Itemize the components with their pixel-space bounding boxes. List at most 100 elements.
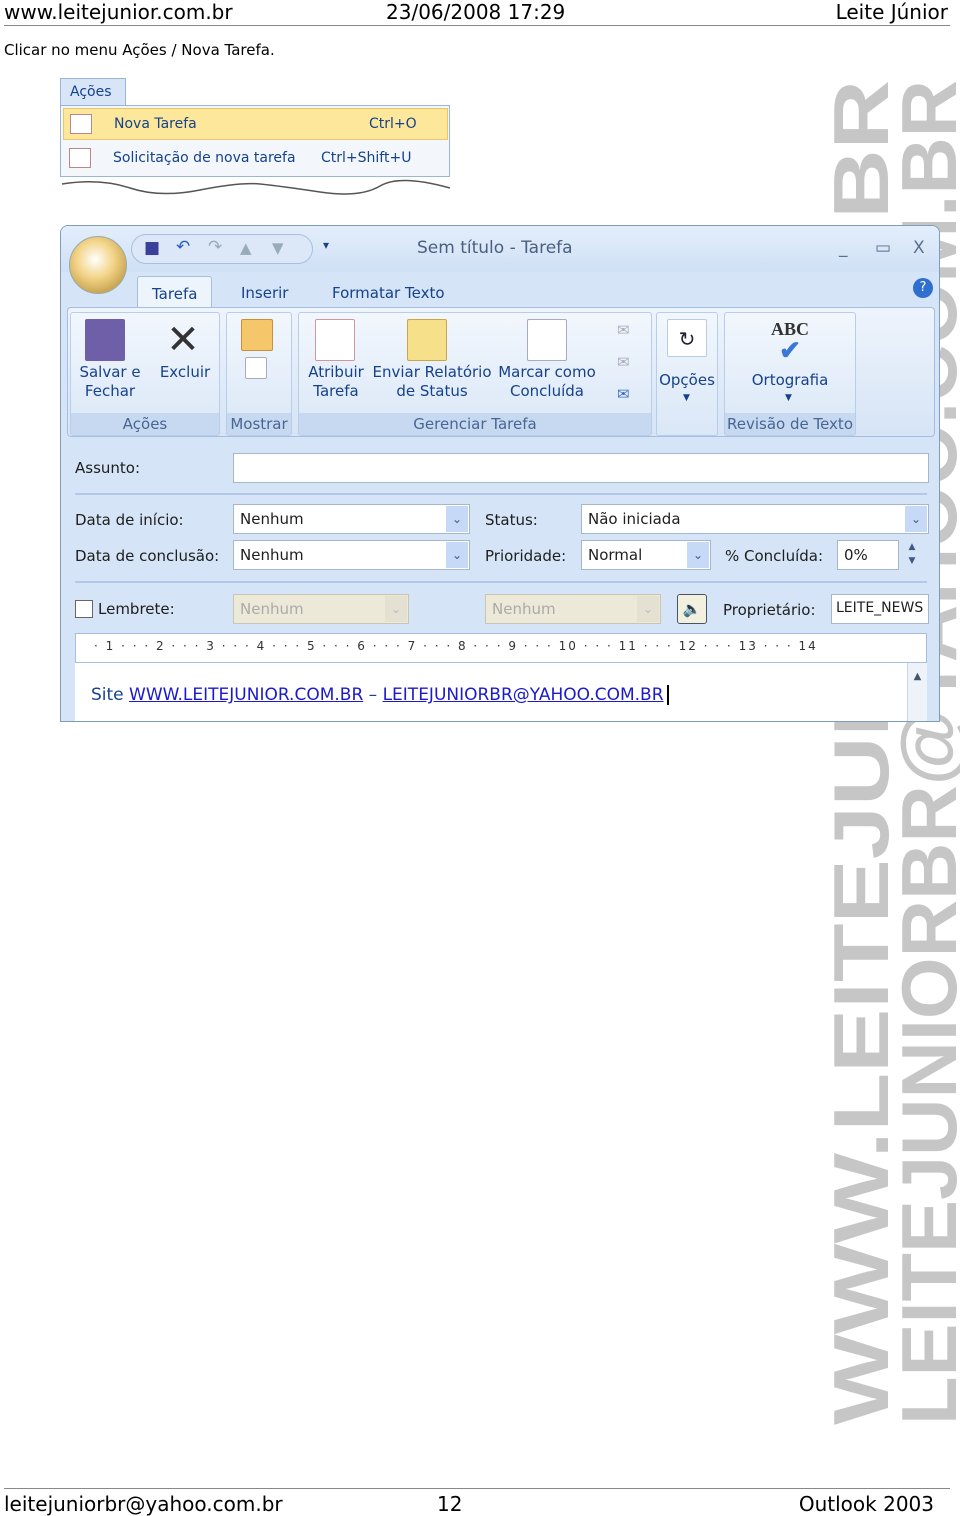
group-label: Gerenciar Tarefa [299, 413, 651, 435]
assign-task-button[interactable]: Atribuir Tarefa [303, 363, 369, 401]
status-label: Status: [485, 511, 538, 529]
minimize-button[interactable]: _ [839, 238, 848, 258]
body-text: Site [91, 685, 130, 705]
delete-button[interactable]: Excluir [155, 363, 215, 382]
header-site: www.leitejunior.com.br [4, 0, 233, 24]
chevron-down-icon: ⌄ [905, 506, 927, 532]
torn-edge [61, 179, 451, 195]
customize-qat-icon[interactable]: ▾ [323, 238, 329, 252]
spelling-button[interactable]: Ortografia [725, 371, 855, 390]
tab-inserir[interactable]: Inserir [227, 276, 302, 310]
percent-input[interactable]: 0% [837, 540, 899, 570]
options-label: Opções [659, 371, 715, 389]
reminder-date-select[interactable]: Nenhum ⌄ [233, 594, 409, 624]
chevron-down-icon: ⌄ [446, 506, 468, 532]
menu-item-solicitacao[interactable]: Solicitação de nova tarefa Ctrl+Shift+U [63, 142, 448, 174]
chevron-down-icon: ⌄ [687, 542, 709, 568]
group-label: Mostrar [227, 413, 291, 435]
delete-icon: ✕ [166, 317, 200, 363]
subject-label: Assunto: [75, 459, 141, 477]
priority-select[interactable]: Normal ⌄ [581, 540, 711, 570]
chevron-down-icon: ⌄ [637, 596, 659, 622]
scroll-up-icon: ▲ [913, 671, 922, 682]
group-mostrar: Mostrar [226, 312, 292, 436]
task-window: ■ ↶ ↷ ▲ ▼ ▾ Sem título - Tarefa _ ▭ X Ta… [60, 225, 940, 722]
header-author: Leite Júnior [835, 0, 948, 24]
details-view-icon[interactable] [245, 357, 267, 379]
menu-item-nova-tarefa[interactable]: Nova Tarefa Ctrl+O [63, 108, 448, 140]
spelling-icon: ABC ✔ [770, 319, 809, 365]
due-date-label: Data de conclusão: [75, 547, 220, 565]
status-report-button[interactable]: Enviar Relatório de Status [371, 363, 493, 401]
redo-icon[interactable]: ↷ [208, 237, 222, 257]
task-request-icon [69, 148, 91, 168]
undo-icon[interactable]: ↶ [176, 237, 190, 257]
chevron-down-icon: ⌄ [385, 596, 407, 622]
due-date-select[interactable]: Nenhum ⌄ [233, 540, 470, 570]
vertical-scrollbar[interactable]: ▲ [907, 663, 927, 721]
priority-label: Prioridade: [485, 547, 567, 565]
subject-input[interactable] [233, 453, 929, 483]
owner-field: LEITE_NEWS [831, 594, 929, 624]
options-button[interactable]: ↻ Opções ▼ [656, 312, 718, 436]
menu-item-shortcut: Ctrl+O [369, 116, 417, 132]
reminder-checkbox[interactable] [75, 600, 93, 618]
body-text: – [363, 685, 383, 705]
email-link[interactable]: LEITEJUNIORBR@YAHOO.COM.BR [383, 685, 664, 705]
help-icon[interactable]: ? [913, 278, 933, 298]
sound-button[interactable]: 🔈 [677, 594, 707, 624]
office-button[interactable] [69, 236, 127, 294]
dropdown-arrow-icon: ▼ [785, 393, 792, 403]
save-icon[interactable]: ■ [144, 238, 160, 258]
footer-email: leitejuniorbr@yahoo.com.br [4, 1492, 283, 1516]
task-view-icon[interactable] [241, 319, 273, 351]
page-header: www.leitejunior.com.br 23/06/2008 17:29 … [4, 0, 950, 26]
mark-complete-button[interactable]: Marcar como Concluída [495, 363, 599, 401]
percent-stepper[interactable]: ▲ ▼ [903, 540, 921, 570]
reply-icon[interactable]: ✉ [617, 321, 630, 339]
task-body-editor[interactable]: Site WWW.LEITEJUNIOR.COM.BR – LEITEJUNIO… [75, 663, 909, 721]
down-icon[interactable]: ▼ [272, 239, 284, 257]
tab-formatar-texto[interactable]: Formatar Texto [318, 276, 459, 310]
quick-access-toolbar: ■ ↶ ↷ ▲ ▼ [131, 234, 313, 264]
tab-tarefa[interactable]: Tarefa [137, 276, 213, 310]
save-close-icon [85, 319, 125, 361]
group-label: Revisão de Texto [725, 413, 855, 435]
instruction-text: Clicar no menu Ações / Nova Tarefa. [4, 41, 275, 59]
forward-icon[interactable]: ✉ [617, 385, 630, 403]
menu-item-label: Nova Tarefa [114, 116, 197, 132]
options-icon: ↻ [667, 319, 707, 357]
up-icon[interactable]: ▲ [240, 239, 252, 257]
mark-complete-icon [527, 319, 567, 361]
assign-task-icon [315, 319, 355, 361]
group-acoes: Salvar e Fechar ✕ Excluir Ações [70, 312, 220, 436]
site-link[interactable]: WWW.LEITEJUNIOR.COM.BR [129, 685, 363, 705]
ruler[interactable]: · 1 · · · 2 · · · 3 · · · 4 · · · 5 · · … [75, 633, 927, 663]
close-button[interactable]: X [913, 238, 925, 258]
owner-label: Proprietário: [723, 601, 816, 619]
menu-acoes[interactable]: Ações [60, 78, 126, 106]
chevron-down-icon: ⌄ [446, 542, 468, 568]
status-report-icon [407, 319, 447, 361]
window-title: Sem título - Tarefa [417, 238, 573, 258]
start-date-label: Data de início: [75, 511, 184, 529]
reminder-time-select[interactable]: Nenhum ⌄ [485, 594, 661, 624]
text-cursor [666, 685, 674, 705]
maximize-button[interactable]: ▭ [875, 238, 891, 258]
reply-all-icon[interactable]: ✉ [617, 353, 630, 371]
save-close-button[interactable]: Salvar e Fechar [75, 363, 145, 401]
status-select[interactable]: Não iniciada ⌄ [581, 504, 929, 534]
actions-menu: Ações Nova Tarefa Ctrl+O Solicitação de … [60, 78, 452, 206]
page-number: 12 [437, 1492, 463, 1516]
header-datetime: 23/06/2008 17:29 [386, 0, 566, 24]
divider [75, 581, 927, 583]
page-footer: leitejuniorbr@yahoo.com.br 12 Outlook 20… [4, 1488, 950, 1516]
group-revisao: ABC ✔ Ortografia ▼ Revisão de Texto [724, 312, 856, 436]
percent-label: % Concluída: [725, 547, 824, 565]
menu-item-shortcut: Ctrl+Shift+U [321, 150, 412, 166]
group-label: Ações [71, 413, 219, 435]
dropdown-arrow-icon: ▼ [683, 393, 690, 403]
divider [75, 493, 927, 495]
start-date-select[interactable]: Nenhum ⌄ [233, 504, 470, 534]
reminder-label: Lembrete: [98, 600, 175, 618]
